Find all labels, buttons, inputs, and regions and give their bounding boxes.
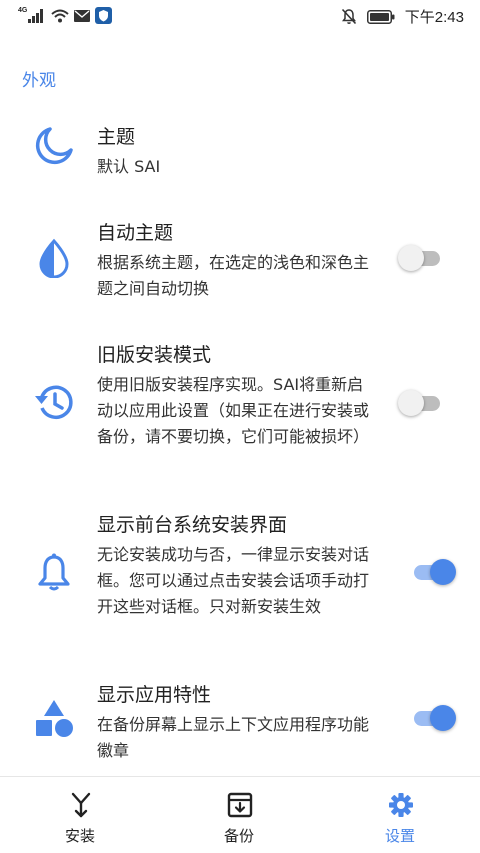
show-app-features-switch[interactable] (410, 703, 456, 733)
switch-thumb (430, 705, 456, 731)
show-install-dialog-switch[interactable] (410, 557, 456, 587)
nav-item-backup[interactable]: 备份 (179, 777, 299, 853)
setting-summary: 无论安装成功与否，一律显示安装对话框。您可以通过点击安装会话项手动打开这些对话框… (97, 545, 370, 616)
section-header: 外观 (22, 71, 56, 91)
switch-thumb (430, 559, 456, 585)
setting-show-install-dialog[interactable]: 显示前台系统安装界面 无论安装成功与否，一律显示安装对话框。您可以通过点击安装会… (0, 512, 480, 642)
setting-title: 显示前台系统安装界面 (97, 514, 288, 536)
setting-title: 显示应用特性 (97, 684, 212, 706)
shield-app-icon (95, 7, 113, 24)
status-left-icons: 4G (18, 7, 113, 24)
status-time: 下午2:43 (404, 9, 464, 26)
bell-off-icon (341, 8, 356, 25)
backup-icon (227, 792, 253, 818)
network-type-label: 4G (18, 7, 28, 14)
nav-label: 设置 (384, 827, 415, 845)
bottom-navigation: 安装 备份 设置 (0, 776, 480, 853)
switch-thumb (398, 390, 424, 416)
setting-title: 旧版安装模式 (97, 344, 212, 366)
battery-icon (366, 9, 395, 24)
setting-summary: 使用旧版安装程序实现。SAI将重新启动以应用此设置（如果正在进行安装或备份，请不… (97, 375, 370, 446)
wifi-icon (51, 9, 70, 22)
setting-summary: 默认 SAI (97, 157, 161, 176)
legacy-install-switch[interactable] (398, 388, 444, 418)
signal-icon (28, 8, 44, 23)
gear-icon (389, 793, 413, 817)
setting-show-app-features[interactable]: 显示应用特性 在备份屏幕上显示上下文应用程序功能徽章 (0, 682, 480, 762)
status-bar: 4G 下午2:43 (0, 0, 480, 34)
auto-theme-switch[interactable] (398, 243, 444, 273)
setting-auto-theme[interactable]: 自动主题 根据系统主题，在选定的浅色和深色主题之间自动切换 (0, 220, 480, 300)
nav-label: 安装 (64, 827, 95, 845)
bell-icon (38, 553, 70, 591)
water-drop-icon (39, 238, 69, 278)
setting-legacy-install[interactable]: 旧版安装模式 使用旧版安装程序实现。SAI将重新启动以应用此设置（如果正在进行安… (0, 342, 480, 472)
setting-summary: 在备份屏幕上显示上下文应用程序功能徽章 (97, 715, 370, 760)
setting-theme[interactable]: 主题 默认 SAI (0, 124, 480, 184)
nav-item-settings[interactable]: 设置 (340, 777, 460, 853)
mail-icon (74, 9, 91, 22)
nav-label: 备份 (223, 827, 254, 845)
history-icon (35, 385, 73, 420)
setting-summary: 根据系统主题，在选定的浅色和深色主题之间自动切换 (97, 253, 370, 298)
status-right-icons: 下午2:43 (341, 6, 464, 27)
switch-thumb (398, 245, 424, 271)
install-icon (71, 792, 91, 818)
setting-title: 主题 (97, 126, 136, 148)
shapes-icon (36, 700, 73, 737)
nav-item-install[interactable]: 安装 (20, 777, 140, 853)
setting-title: 自动主题 (97, 222, 174, 244)
moon-icon (35, 127, 73, 165)
